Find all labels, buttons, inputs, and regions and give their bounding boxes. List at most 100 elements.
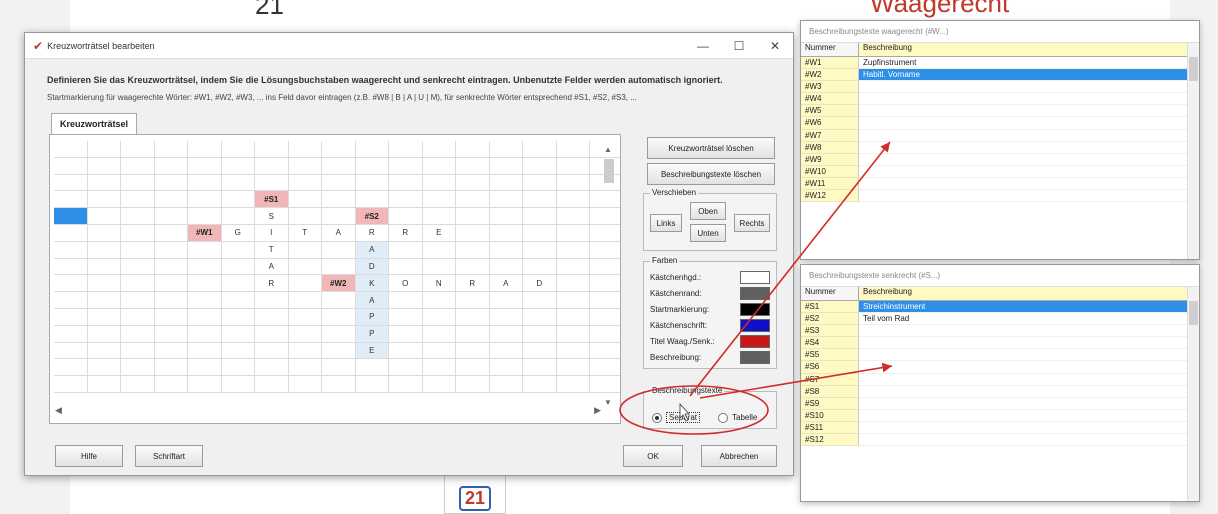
grid-cell[interactable] — [154, 208, 188, 225]
grid-cell[interactable] — [121, 275, 155, 293]
grid-cell[interactable]: P — [355, 308, 389, 326]
grid-cell[interactable] — [188, 376, 222, 393]
grid-cell[interactable] — [154, 275, 188, 293]
grid-cell[interactable] — [422, 308, 456, 326]
grid-cell[interactable] — [456, 208, 490, 225]
grid-cell[interactable] — [288, 241, 322, 259]
grid-cell[interactable] — [556, 141, 590, 158]
grid-cell[interactable] — [322, 141, 356, 158]
list-row[interactable]: #W2 Habitl. Vorname — [801, 69, 1199, 82]
grid-cell[interactable] — [87, 174, 121, 192]
row-description[interactable] — [859, 410, 1199, 422]
across-scrollbar[interactable] — [1187, 43, 1199, 259]
grid-cell[interactable] — [322, 359, 356, 377]
row-number[interactable]: #S3 — [801, 325, 859, 338]
grid-cell[interactable] — [154, 342, 188, 360]
grid-cell[interactable] — [255, 292, 289, 309]
grid-cell[interactable] — [456, 308, 490, 326]
grid-cell[interactable] — [87, 275, 121, 293]
grid-cell[interactable] — [288, 258, 322, 276]
grid-cell[interactable] — [255, 141, 289, 158]
grid-cell[interactable] — [489, 359, 523, 377]
grid-cell[interactable] — [87, 224, 121, 242]
grid-cell[interactable] — [389, 325, 423, 343]
list-row[interactable]: #S7 — [801, 373, 1199, 386]
grid-cell[interactable] — [422, 292, 456, 309]
color-swatch[interactable] — [740, 303, 770, 316]
grid-cell[interactable] — [121, 224, 155, 242]
grid-cell[interactable]: E — [422, 224, 456, 242]
column-header-description[interactable]: Beschreibung — [859, 287, 1199, 300]
grid-cell[interactable] — [456, 241, 490, 259]
color-row-title[interactable]: Titel Waag./Senk.: — [650, 334, 770, 349]
grid-cell[interactable] — [456, 141, 490, 158]
scroll-thumb[interactable] — [1189, 301, 1198, 325]
grid-cell[interactable] — [288, 191, 322, 209]
row-description[interactable]: Streichinstrument — [859, 301, 1199, 314]
grid-cell[interactable] — [221, 275, 255, 293]
grid-cell[interactable] — [121, 174, 155, 192]
grid-cell[interactable] — [54, 141, 88, 158]
grid-cell[interactable] — [154, 157, 188, 175]
grid-cell[interactable] — [456, 376, 490, 393]
grid-cell[interactable]: #S2 — [355, 208, 389, 225]
grid-cell[interactable] — [523, 157, 557, 175]
row-description[interactable] — [859, 337, 1199, 350]
list-row[interactable]: #S9 — [801, 397, 1199, 410]
row-description[interactable] — [859, 81, 1199, 94]
grid-cell[interactable] — [489, 141, 523, 158]
row-description[interactable] — [859, 190, 1199, 203]
row-number[interactable]: #W9 — [801, 153, 859, 166]
grid-cell[interactable] — [456, 325, 490, 343]
grid-cell[interactable] — [154, 174, 188, 192]
grid-cell[interactable] — [489, 258, 523, 276]
grid-cell[interactable] — [456, 224, 490, 242]
radio-table[interactable] — [718, 412, 729, 423]
grid-cell[interactable] — [389, 174, 423, 192]
scroll-thumb[interactable] — [604, 159, 614, 183]
grid-cell[interactable]: T — [255, 241, 289, 259]
row-description[interactable] — [859, 117, 1199, 130]
grid-cell[interactable] — [355, 359, 389, 377]
minimize-button[interactable]: — — [685, 39, 721, 53]
grid-cell[interactable] — [54, 208, 88, 225]
grid-cell[interactable] — [54, 241, 88, 259]
grid-cell[interactable] — [322, 174, 356, 192]
grid-cell[interactable] — [322, 191, 356, 209]
grid-cell[interactable] — [87, 241, 121, 259]
list-row[interactable]: #W8 — [801, 141, 1199, 154]
grid-cell[interactable] — [255, 157, 289, 175]
delete-descriptions-button[interactable]: Beschreibungstexte löschen — [647, 163, 775, 185]
grid-cell[interactable] — [489, 342, 523, 360]
grid-cell[interactable] — [523, 325, 557, 343]
grid-cell[interactable] — [489, 224, 523, 242]
grid-cell[interactable] — [422, 325, 456, 343]
color-swatch[interactable] — [740, 335, 770, 348]
grid-cell[interactable]: R — [389, 224, 423, 242]
grid-cell[interactable] — [221, 174, 255, 192]
color-row-start-marker[interactable]: Startmarkierung: — [650, 302, 770, 317]
grid-cell[interactable]: R — [456, 275, 490, 293]
row-number[interactable]: #W12 — [801, 190, 859, 203]
grid-cell[interactable] — [221, 292, 255, 309]
grid-cell[interactable] — [523, 174, 557, 192]
shift-up-button[interactable]: Oben — [690, 202, 726, 220]
grid-cell[interactable] — [489, 191, 523, 209]
grid-cell[interactable] — [523, 241, 557, 259]
grid-cell[interactable] — [87, 308, 121, 326]
down-scrollbar[interactable] — [1187, 287, 1199, 501]
row-description[interactable]: Zupfinstrument — [859, 57, 1199, 70]
grid-cell[interactable] — [154, 141, 188, 158]
grid-cell[interactable] — [322, 325, 356, 343]
grid-cell[interactable] — [87, 292, 121, 309]
grid-cell[interactable] — [422, 157, 456, 175]
list-row[interactable]: #S11 — [801, 421, 1199, 435]
grid-cell[interactable] — [54, 174, 88, 192]
grid-cell[interactable] — [322, 241, 356, 259]
grid-cell[interactable] — [556, 224, 590, 242]
grid-cell[interactable]: E — [355, 342, 389, 360]
grid-cell[interactable] — [121, 258, 155, 276]
grid-cell[interactable] — [355, 141, 389, 158]
radio-table-label[interactable]: Tabelle — [732, 413, 757, 422]
grid-cell[interactable]: T — [288, 224, 322, 242]
